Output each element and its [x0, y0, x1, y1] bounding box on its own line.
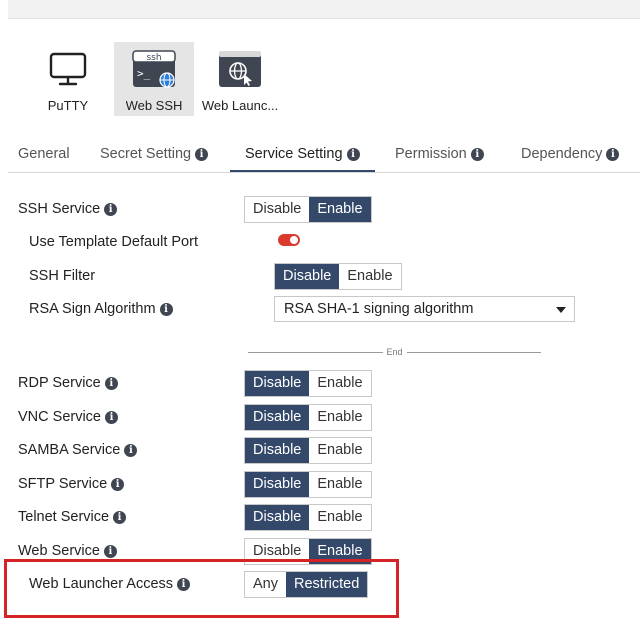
info-icon[interactable]: i — [104, 203, 118, 216]
section-divider: End — [248, 347, 541, 358]
launcher-list: PuTTY ssh >_ Web SSH Web Launc... — [28, 42, 286, 116]
disable-option[interactable]: Disable — [245, 197, 310, 222]
samba-service-label: SAMBA Service i — [18, 442, 138, 458]
tab-permission[interactable]: Permission i — [395, 138, 484, 171]
label-text: RDP Service — [18, 375, 101, 391]
divider-text: End — [382, 347, 407, 357]
tab-bar: General Secret Setting i Service Setting i… — [8, 138, 640, 173]
vnc-service-toggle: Disable Enable — [244, 404, 372, 431]
telnet-service-label: Telnet Service i — [18, 509, 127, 525]
info-icon[interactable]: i — [606, 148, 620, 161]
enable-option[interactable]: Enable — [339, 264, 401, 289]
label-text: SAMBA Service — [18, 442, 121, 458]
launcher-web-launcher[interactable]: Web Launc... — [200, 42, 280, 116]
vnc-service-label: VNC Service i — [18, 409, 118, 425]
tab-label: General — [18, 146, 70, 162]
tab-label: Secret Setting — [100, 146, 192, 162]
ssh-filter-label: SSH Filter — [29, 268, 96, 284]
switch-knob — [290, 236, 298, 244]
select-value: RSA SHA-1 signing algorithm — [284, 301, 474, 317]
label-text: Web Service — [18, 543, 100, 559]
disable-option[interactable]: Disable — [245, 438, 310, 463]
enable-option[interactable]: Enable — [309, 371, 371, 396]
label-text: SFTP Service — [18, 476, 108, 492]
tab-general[interactable]: General — [18, 138, 70, 171]
web-service-label: Web Service i — [18, 543, 117, 559]
sftp-service-label: SFTP Service i — [18, 476, 125, 492]
enable-option[interactable]: Enable — [309, 505, 371, 530]
globe-cursor-icon — [217, 50, 263, 90]
label-text: VNC Service — [18, 409, 101, 425]
enable-option[interactable]: Enable — [309, 197, 371, 222]
svg-text:>_: >_ — [137, 67, 151, 80]
disable-option[interactable]: Disable — [245, 405, 310, 430]
template-port-label: Use Template Default Port — [29, 234, 198, 250]
disable-option[interactable]: Disable — [245, 472, 310, 497]
enable-option[interactable]: Enable — [309, 438, 371, 463]
tab-secret-setting[interactable]: Secret Setting i — [100, 138, 209, 171]
label-text: Telnet Service — [18, 509, 110, 525]
tab-label: Dependency — [521, 146, 603, 162]
tab-label: Service Setting — [245, 146, 343, 162]
launcher-label: Web SSH — [125, 98, 183, 113]
launcher-web-ssh[interactable]: ssh >_ Web SSH — [114, 42, 194, 116]
rsa-algorithm-select[interactable]: RSA SHA-1 signing algorithm — [274, 296, 575, 322]
info-icon[interactable]: i — [105, 411, 118, 424]
ssh-icon-text: ssh — [146, 53, 161, 63]
template-port-switch[interactable] — [278, 234, 300, 246]
info-icon[interactable]: i — [113, 511, 127, 524]
label-text: SSH Service — [18, 201, 101, 217]
rdp-service-label: RDP Service i — [18, 375, 118, 391]
info-icon[interactable]: i — [124, 444, 138, 457]
info-icon[interactable]: i — [111, 478, 125, 491]
chevron-down-icon — [556, 307, 566, 313]
telnet-service-toggle: Disable Enable — [244, 504, 372, 531]
info-icon[interactable]: i — [104, 377, 118, 390]
label-text: RSA Sign Algorithm — [29, 301, 156, 317]
info-icon[interactable]: i — [103, 545, 117, 558]
monitor-icon — [45, 50, 91, 90]
info-icon[interactable]: i — [195, 148, 209, 161]
top-toolbar — [8, 0, 640, 19]
launcher-putty[interactable]: PuTTY — [28, 42, 108, 116]
enable-option[interactable]: Enable — [309, 472, 371, 497]
tab-label: Permission — [395, 146, 467, 162]
tab-dependency[interactable]: Dependency i — [521, 138, 620, 171]
highlight-box — [4, 559, 399, 618]
info-icon[interactable]: i — [470, 148, 484, 161]
terminal-globe-icon: ssh >_ — [131, 50, 177, 90]
info-icon[interactable]: i — [346, 148, 360, 161]
launcher-label: Web Launc... — [201, 98, 279, 113]
ssh-filter-toggle: Disable Enable — [274, 263, 402, 290]
launcher-label: PuTTY — [47, 98, 89, 113]
rsa-algorithm-label: RSA Sign Algorithm i — [29, 301, 173, 317]
samba-service-toggle: Disable Enable — [244, 437, 372, 464]
ssh-service-toggle: Disable Enable — [244, 196, 372, 223]
enable-option[interactable]: Enable — [309, 405, 371, 430]
disable-option[interactable]: Disable — [275, 264, 340, 289]
info-icon[interactable]: i — [159, 303, 173, 316]
disable-option[interactable]: Disable — [245, 505, 310, 530]
rdp-service-toggle: Disable Enable — [244, 370, 372, 397]
sftp-service-toggle: Disable Enable — [244, 471, 372, 498]
ssh-service-label: SSH Service i — [18, 201, 118, 217]
disable-option[interactable]: Disable — [245, 371, 310, 396]
tab-service-setting[interactable]: Service Setting i — [230, 138, 375, 172]
